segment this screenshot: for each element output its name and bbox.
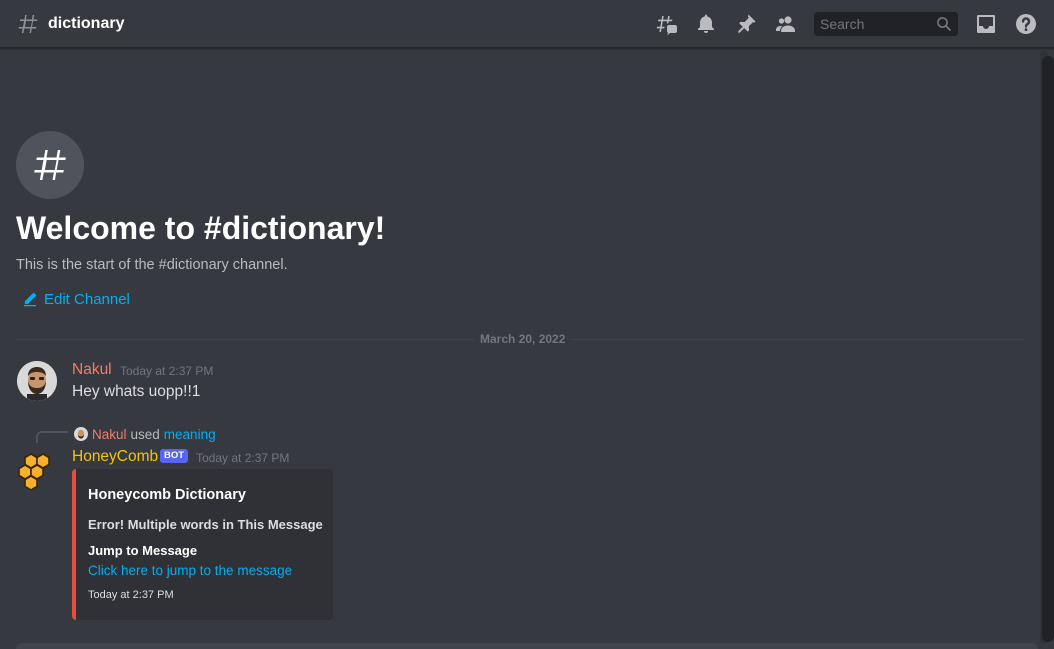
channel-hash-badge (16, 131, 84, 199)
reply-command[interactable]: meaning (164, 427, 216, 442)
search-box[interactable] (814, 12, 958, 36)
members-icon[interactable] (774, 12, 798, 36)
message-timestamp: Today at 2:37 PM (196, 451, 290, 465)
avatar[interactable] (17, 361, 57, 401)
bot-badge: BOT (160, 449, 189, 463)
embed-description: Error! Multiple words in This Message (88, 517, 323, 532)
bell-icon[interactable] (694, 12, 718, 36)
embed-field-name: Jump to Message (88, 543, 198, 558)
welcome-title: Welcome to #dictionary! (16, 210, 386, 246)
message-author[interactable]: Nakul (72, 360, 112, 380)
inbox-icon[interactable] (974, 12, 998, 36)
pencil-icon (24, 292, 37, 307)
user-avatar-icon (17, 361, 57, 401)
bot-avatar[interactable] (17, 451, 57, 491)
search-input[interactable] (814, 12, 932, 36)
channel-header: dictionary (0, 0, 1054, 48)
message-composer[interactable] (16, 643, 1038, 649)
reply-spine (36, 431, 68, 443)
edit-channel-label: Edit Channel (44, 290, 130, 308)
message-author[interactable]: HoneyComb (72, 447, 158, 467)
mini-avatar (74, 427, 88, 441)
date-divider-line-left (16, 339, 476, 340)
channel-title: dictionary (48, 15, 125, 32)
pin-icon[interactable] (734, 12, 758, 36)
message-embed: Honeycomb Dictionary Error! Multiple wor… (72, 469, 333, 620)
threads-icon[interactable] (654, 12, 678, 36)
hash-icon (18, 15, 38, 33)
date-divider: March 20, 2022 (474, 332, 572, 346)
jump-to-message-link[interactable]: Click here to jump to the message (88, 563, 292, 578)
edit-channel-button[interactable]: Edit Channel (22, 289, 130, 309)
help-icon[interactable] (1014, 12, 1038, 36)
honeycomb-icon (18, 453, 50, 491)
message-content: Hey whats uopp!!1 (72, 383, 201, 400)
date-divider-line-right (566, 339, 1024, 340)
reply-context[interactable]: Nakul used meaning (74, 425, 216, 443)
embed-footer: Today at 2:37 PM (88, 589, 174, 601)
reply-user[interactable]: Nakul (92, 427, 127, 442)
scrollbar-thumb[interactable] (1042, 56, 1054, 642)
welcome-subtitle: This is the start of the #dictionary cha… (16, 257, 288, 273)
hash-icon (34, 150, 66, 180)
reply-used-text: used (130, 426, 160, 442)
user-avatar-icon (74, 427, 88, 441)
search-icon (937, 17, 952, 32)
message-timestamp: Today at 2:37 PM (120, 364, 214, 378)
embed-title: Honeycomb Dictionary (88, 487, 246, 503)
